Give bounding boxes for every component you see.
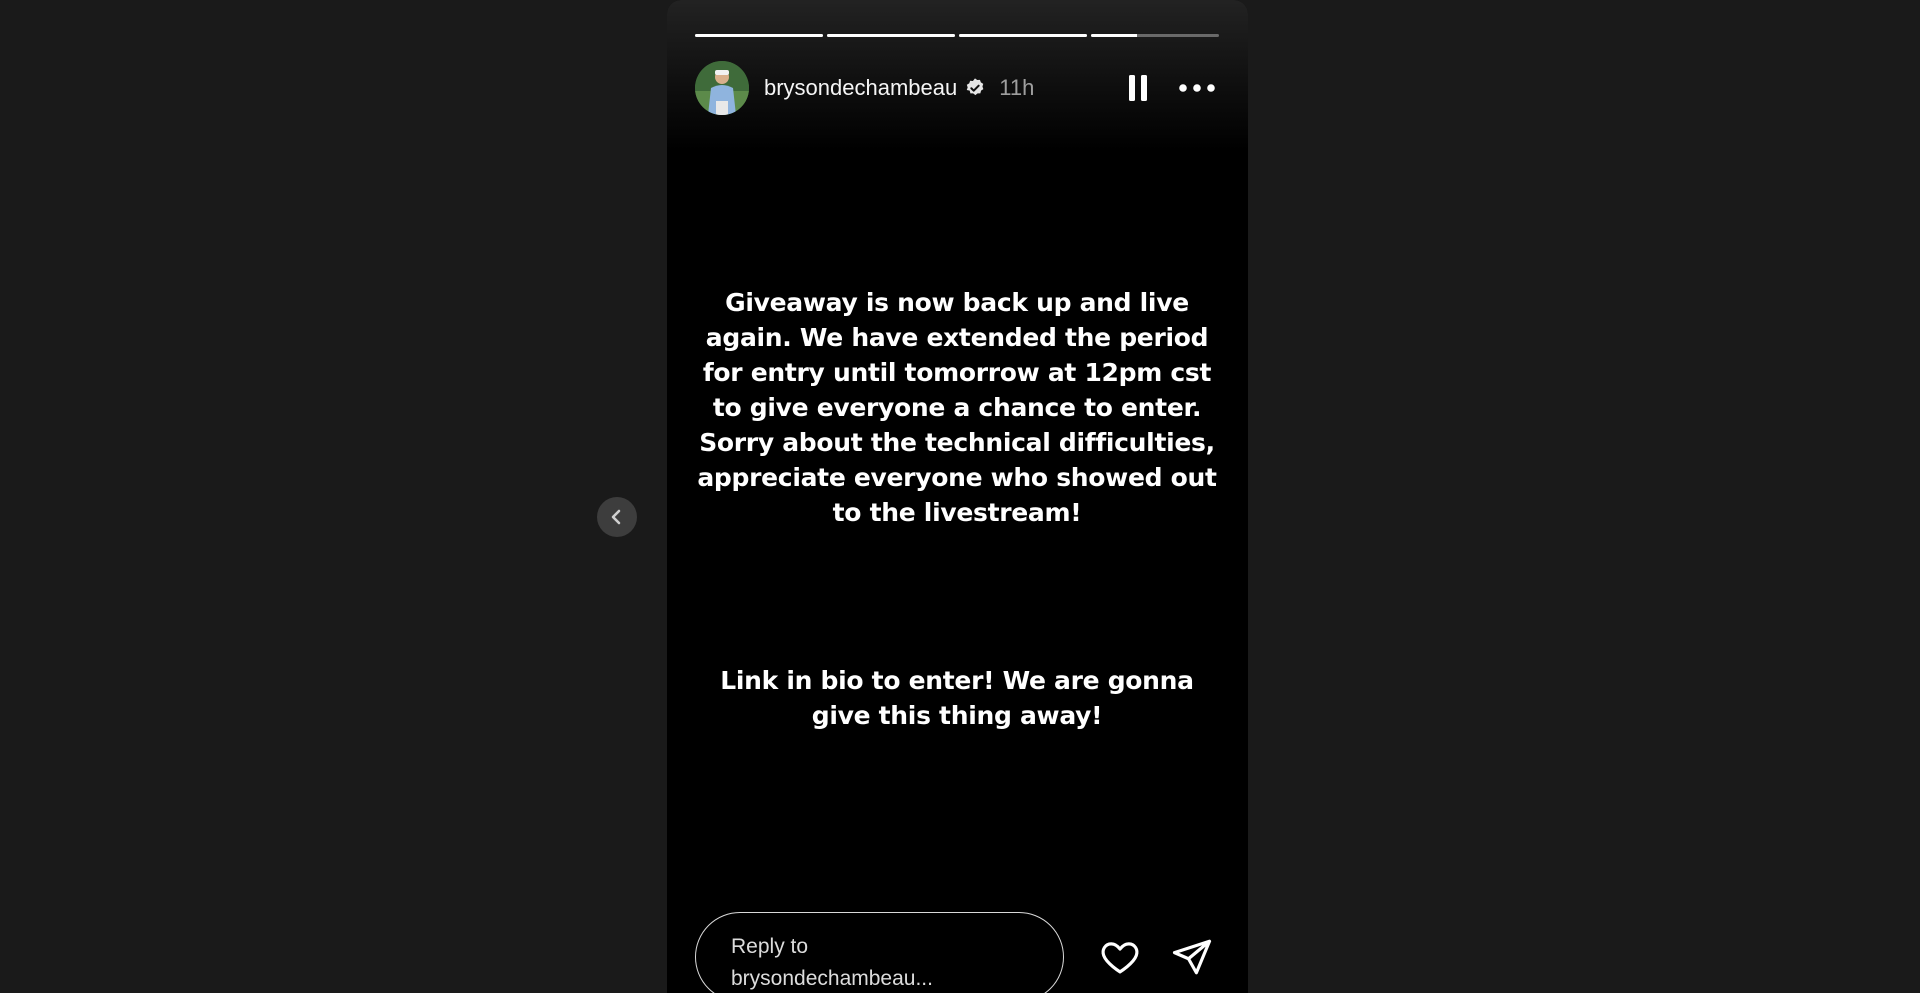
progress-segment-2 xyxy=(827,34,955,37)
reply-input[interactable]: Reply to brysondechambeau... xyxy=(695,912,1064,993)
avatar[interactable] xyxy=(695,61,749,115)
progress-segment-3 xyxy=(959,34,1087,37)
progress-segment-fill xyxy=(959,34,1087,37)
heart-icon xyxy=(1101,942,1139,974)
pause-button[interactable] xyxy=(1123,68,1153,108)
story-footer: Reply to brysondechambeau... xyxy=(695,912,1219,993)
story-viewer: brysondechambeau 11h Giveaway is now bac… xyxy=(667,0,1248,993)
story-timestamp: 11h xyxy=(999,75,1035,100)
like-button[interactable] xyxy=(1099,936,1141,978)
story-text-cta: Link in bio to enter! We are gonna give … xyxy=(720,666,1194,730)
paper-plane-icon xyxy=(1172,939,1212,975)
story-text-main: Giveaway is now back up and live again. … xyxy=(697,288,1217,527)
verified-badge-icon xyxy=(967,78,984,96)
share-button[interactable] xyxy=(1171,936,1213,978)
pause-icon xyxy=(1129,75,1147,101)
story-username[interactable]: brysondechambeau xyxy=(764,75,957,101)
progress-segment-fill xyxy=(827,34,955,37)
progress-segment-fill xyxy=(695,34,823,37)
progress-segment-4 xyxy=(1091,34,1219,37)
story-header: brysondechambeau 11h xyxy=(695,60,1219,116)
previous-story-button[interactable] xyxy=(597,497,637,537)
progress-segment-fill xyxy=(1091,34,1138,37)
chevron-left-icon xyxy=(611,509,621,525)
progress-segment-1 xyxy=(695,34,823,37)
more-horizontal-icon xyxy=(1179,84,1215,92)
more-options-button[interactable] xyxy=(1175,68,1219,108)
story-progress-bar xyxy=(695,34,1219,37)
